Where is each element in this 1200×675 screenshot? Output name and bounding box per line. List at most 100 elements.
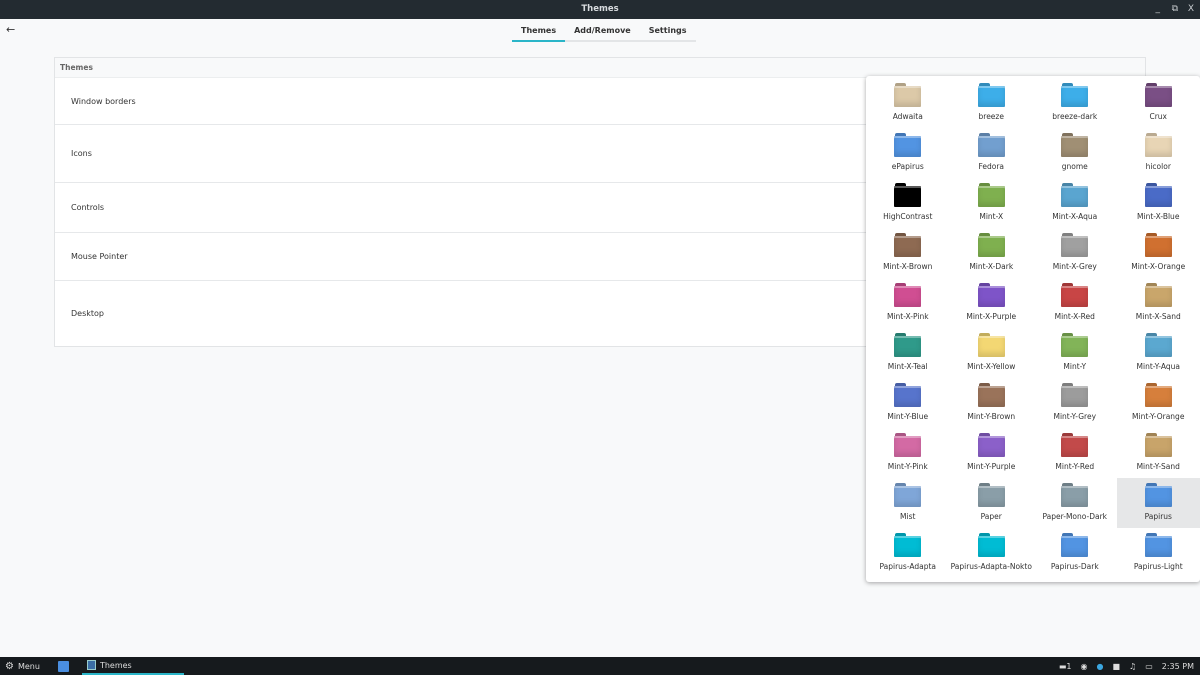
window-title: Themes [581, 4, 618, 14]
icon-theme-item[interactable]: Mint-X-Teal [866, 328, 950, 378]
icon-theme-item[interactable]: Papirus-Adapta [866, 528, 950, 578]
icon-theme-item[interactable]: HighContrast [866, 178, 950, 228]
icon-theme-label: breeze [979, 112, 1004, 121]
icon-theme-item[interactable]: breeze [950, 78, 1034, 128]
icon-theme-label: Paper-Mono-Dark [1042, 512, 1107, 521]
folder-icon [894, 233, 921, 257]
icon-theme-label: Mint-Y-Grey [1053, 412, 1096, 421]
icon-theme-item[interactable]: Papirus-Adapta-Nokto [950, 528, 1034, 578]
folder-icon [894, 183, 921, 207]
close-button[interactable]: X [1188, 0, 1194, 19]
folder-icon [1145, 383, 1172, 407]
icon-theme-item[interactable]: Mint-Y-Orange [1117, 378, 1200, 428]
icon-theme-item[interactable]: Mint-Y-Grey [1033, 378, 1117, 428]
icon-theme-item[interactable]: gnome [1033, 128, 1117, 178]
minimize-button[interactable]: _ [1156, 0, 1161, 19]
icon-theme-item[interactable]: Papirus-Light [1117, 528, 1200, 578]
icon-theme-label: Mint-X-Aqua [1052, 212, 1097, 221]
icon-theme-item[interactable]: Mint-X-Aqua [1033, 178, 1117, 228]
icon-theme-item[interactable]: ePapirus [866, 128, 950, 178]
back-arrow-icon[interactable]: ← [6, 23, 15, 36]
folder-icon [1061, 83, 1088, 107]
folder-icon [1061, 533, 1088, 557]
icon-theme-item[interactable]: Adwaita [866, 78, 950, 128]
icon-theme-item[interactable]: Mint-X-Brown [866, 228, 950, 278]
icon-theme-label: Mint-Y-Sand [1137, 462, 1180, 471]
icon-theme-item[interactable]: Mint-Y-Pink [866, 428, 950, 478]
folder-icon [1145, 333, 1172, 357]
icon-theme-item[interactable]: Paper-Mono-Dark [1033, 478, 1117, 528]
icon-theme-item[interactable]: Mint-X-Purple [950, 278, 1034, 328]
menu-button[interactable]: ⚙ Menu [0, 657, 45, 675]
icon-theme-label: Mint-X-Teal [888, 362, 928, 371]
folder-icon [1061, 483, 1088, 507]
icon-theme-label: Papirus-Dark [1051, 562, 1099, 571]
folder-icon [894, 283, 921, 307]
icon-theme-item[interactable]: Mint-X-Sand [1117, 278, 1200, 328]
folder-icon [1145, 183, 1172, 207]
icon-theme-item[interactable]: breeze-dark [1033, 78, 1117, 128]
display-icon[interactable]: ▭ [1145, 662, 1153, 671]
icon-theme-item[interactable]: Crux [1117, 78, 1200, 128]
icon-theme-item[interactable]: Papirus-Dark [1033, 528, 1117, 578]
icon-theme-item[interactable]: Mint-Y-Aqua [1117, 328, 1200, 378]
discord-icon[interactable]: ■ [1112, 662, 1120, 671]
tab-bar: Themes Add/Remove Settings [512, 24, 696, 42]
tab-settings[interactable]: Settings [640, 24, 696, 40]
icon-theme-item[interactable]: Mist [866, 478, 950, 528]
icon-theme-label: Mint-X-Sand [1136, 312, 1181, 321]
icon-theme-label: ePapirus [892, 162, 924, 171]
folder-icon [894, 383, 921, 407]
folder-icon [1145, 533, 1172, 557]
folder-icon [978, 133, 1005, 157]
icon-theme-item[interactable]: Papirus [1117, 478, 1200, 528]
folder-icon [1061, 433, 1088, 457]
icon-theme-label: Papirus [1145, 512, 1172, 521]
icon-theme-label: Papirus-Adapta [879, 562, 936, 571]
folder-icon [1061, 133, 1088, 157]
notifications-icon[interactable]: ▬1 [1059, 662, 1072, 671]
task-themes[interactable]: Themes [82, 657, 184, 675]
icon-theme-item[interactable]: Mint-X [950, 178, 1034, 228]
folder-icon [978, 283, 1005, 307]
status-icon[interactable]: ◉ [1081, 662, 1088, 671]
clock[interactable]: 2:35 PM [1162, 662, 1194, 671]
icon-theme-item[interactable]: Mint-X-Pink [866, 278, 950, 328]
telegram-icon[interactable]: ● [1096, 662, 1103, 671]
icon-theme-item[interactable]: Mint-X-Yellow [950, 328, 1034, 378]
folder-icon [1145, 433, 1172, 457]
icon-theme-item[interactable]: Mint-X-Red [1033, 278, 1117, 328]
folder-icon [978, 333, 1005, 357]
icon-theme-label: hicolor [1146, 162, 1171, 171]
icon-theme-item[interactable]: Fedora [950, 128, 1034, 178]
icon-theme-label: Mint-X-Purple [966, 312, 1016, 321]
desktop-icon [58, 661, 69, 672]
folder-icon [1145, 483, 1172, 507]
icon-theme-item[interactable]: Mint-Y-Purple [950, 428, 1034, 478]
tab-themes[interactable]: Themes [512, 24, 565, 42]
folder-icon [1061, 333, 1088, 357]
icon-theme-item[interactable]: Mint-Y [1033, 328, 1117, 378]
icon-theme-label: Adwaita [893, 112, 923, 121]
show-desktop-button[interactable] [45, 657, 74, 675]
icon-theme-item[interactable]: Mint-Y-Brown [950, 378, 1034, 428]
icon-theme-label: Mint-Y-Orange [1132, 412, 1184, 421]
icon-theme-item[interactable]: Mint-X-Orange [1117, 228, 1200, 278]
icon-theme-label: Papirus-Adapta-Nokto [951, 562, 1032, 571]
icon-theme-item[interactable]: Mint-X-Dark [950, 228, 1034, 278]
icon-theme-label: Mint-X-Pink [887, 312, 929, 321]
icon-theme-label: gnome [1062, 162, 1088, 171]
icon-theme-item[interactable]: Mint-Y-Blue [866, 378, 950, 428]
music-icon[interactable]: ♫ [1129, 662, 1136, 671]
folder-icon [1061, 383, 1088, 407]
icon-theme-item[interactable]: hicolor [1117, 128, 1200, 178]
icon-theme-item[interactable]: Paper [950, 478, 1034, 528]
icon-theme-item[interactable]: Mint-X-Blue [1117, 178, 1200, 228]
restore-button[interactable]: ⧉ [1172, 0, 1178, 19]
icon-theme-item[interactable]: Mint-X-Grey [1033, 228, 1117, 278]
title-bar: Themes _ ⧉ X [0, 0, 1200, 19]
icon-theme-item[interactable]: Mint-Y-Red [1033, 428, 1117, 478]
folder-icon [1061, 183, 1088, 207]
icon-theme-item[interactable]: Mint-Y-Sand [1117, 428, 1200, 478]
tab-add-remove[interactable]: Add/Remove [565, 24, 640, 40]
